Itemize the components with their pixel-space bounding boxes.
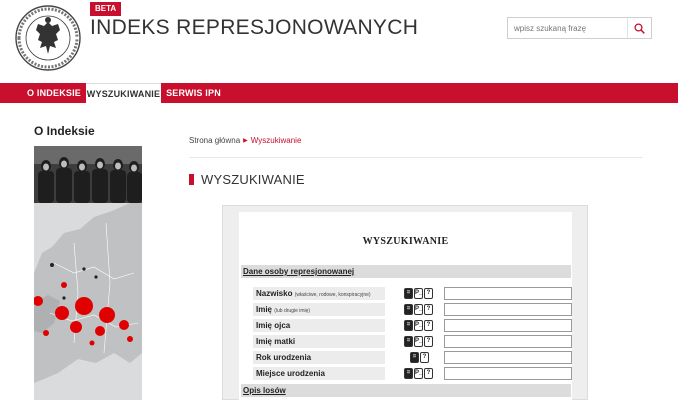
title-marker <box>189 174 194 185</box>
field-row-imie-matki: Imię matki = P_ ? <box>253 335 572 348</box>
ipn-eagle-logo[interactable] <box>14 4 82 72</box>
site-header: BETA INDEKS REPRESJONOWANYCH <box>0 0 678 82</box>
breadcrumb-current[interactable]: Wyszukiwanie <box>251 136 302 145</box>
fuzzy-match-button[interactable]: ? <box>424 336 433 347</box>
field-label: Rok urodzenia <box>253 351 385 364</box>
prefix-match-button[interactable]: P_ <box>414 304 423 315</box>
sidebar-map[interactable] <box>34 203 142 400</box>
field-label-text: Nazwisko <box>256 289 293 298</box>
breadcrumb-home[interactable]: Strona główna <box>189 136 240 145</box>
field-row-nazwisko: Nazwisko (właściwe, rodowe, konspiracyjn… <box>253 287 572 300</box>
prefix-match-button[interactable]: P_ <box>414 288 423 299</box>
fuzzy-match-button[interactable]: ? <box>424 288 433 299</box>
match-mode-buttons: = P_ ? <box>404 368 433 379</box>
field-row-rok-urodzenia: Rok urodzenia = ? <box>253 351 572 364</box>
field-row-miejsce-urodzenia: Miejsce urodzenia = P_ ? <box>253 367 572 380</box>
search-button[interactable] <box>627 18 651 38</box>
imie-input[interactable] <box>444 303 572 316</box>
section-personal-data: Dane osoby represjonowanej <box>241 265 571 278</box>
field-label-text: Rok urodzenia <box>256 353 312 362</box>
form-heading: WYSZUKIWANIE <box>362 236 449 247</box>
fuzzy-match-button[interactable]: ? <box>424 368 433 379</box>
miejsce-urodzenia-input[interactable] <box>444 367 572 380</box>
rok-urodzenia-input[interactable] <box>444 351 572 364</box>
nav-item-o-indeksie[interactable]: O INDEKSIE <box>26 83 82 103</box>
field-label-text: Imię <box>256 305 273 314</box>
prefix-match-button[interactable]: P_ <box>414 320 423 331</box>
prefix-match-button[interactable]: P_ <box>414 368 423 379</box>
sidebar-photo[interactable] <box>34 146 142 203</box>
nav-item-wyszukiwanie[interactable]: WYSZUKIWANIE <box>86 83 161 103</box>
page-title: WYSZUKIWANIE <box>201 172 305 187</box>
search-box <box>507 17 652 39</box>
field-label-text: Miejsce urodzenia <box>256 369 325 378</box>
field-label: Imię ojca <box>253 319 385 332</box>
search-form: WYSZUKIWANIE Dane osoby represjonowanej … <box>239 212 572 401</box>
divider <box>189 157 643 158</box>
match-mode-buttons: = P_ ? <box>404 336 433 347</box>
section-personal-data-link[interactable]: Dane osoby represjonowanej <box>243 267 354 276</box>
field-hint: (lub drugie imię) <box>274 308 311 314</box>
exact-match-button[interactable]: = <box>404 288 413 299</box>
search-form-panel: WYSZUKIWANIE Dane osoby represjonowanej … <box>222 205 588 401</box>
field-label-text: Imię ojca <box>256 321 291 330</box>
nav-item-serwis-ipn[interactable]: SERWIS IPN <box>165 83 222 103</box>
fuzzy-match-button[interactable]: ? <box>424 304 433 315</box>
exact-match-button[interactable]: = <box>404 336 413 347</box>
deportation-map-image <box>34 203 142 400</box>
fuzzy-match-button[interactable]: ? <box>424 320 433 331</box>
breadcrumb-arrow-icon: ▶ <box>243 138 248 144</box>
imie-matki-input[interactable] <box>444 335 572 348</box>
exact-match-button[interactable]: = <box>410 352 419 363</box>
main-nav: O INDEKSIE WYSZUKIWANIE SERWIS IPN <box>0 83 678 103</box>
match-mode-buttons: = P_ ? <box>404 288 433 299</box>
fuzzy-match-button[interactable]: ? <box>420 352 429 363</box>
section-fate-description: Opis losów <box>241 384 571 397</box>
match-mode-buttons: = P_ ? <box>404 304 433 315</box>
group-photo-image <box>34 146 142 203</box>
section-fate-description-link[interactable]: Opis losów <box>243 386 286 395</box>
field-label: Nazwisko (właściwe, rodowe, konspiracyjn… <box>253 287 385 300</box>
imie-ojca-input[interactable] <box>444 319 572 332</box>
match-mode-buttons: = ? <box>410 352 429 363</box>
breadcrumb: Strona główna ▶ Wyszukiwanie <box>189 136 301 145</box>
search-input[interactable] <box>508 18 626 38</box>
exact-match-button[interactable]: = <box>404 368 413 379</box>
magnifier-icon <box>634 22 645 34</box>
field-hint: (właściwe, rodowe, konspiracyjne) <box>294 292 371 298</box>
match-mode-buttons: = P_ ? <box>404 320 433 331</box>
exact-match-button[interactable]: = <box>404 320 413 331</box>
field-label: Imię matki <box>253 335 385 348</box>
field-row-imie-ojca: Imię ojca = P_ ? <box>253 319 572 332</box>
field-label: Imię (lub drugie imię) <box>253 303 385 316</box>
nazwisko-input[interactable] <box>444 287 572 300</box>
field-label: Miejsce urodzenia <box>253 367 385 380</box>
prefix-match-button[interactable]: P_ <box>414 336 423 347</box>
field-label-text: Imię matki <box>256 337 296 346</box>
sidebar-title: O Indeksie <box>34 124 95 138</box>
field-row-imie: Imię (lub drugie imię) = P_ ? <box>253 303 572 316</box>
beta-badge: BETA <box>90 2 122 16</box>
site-title[interactable]: INDEKS REPRESJONOWANYCH <box>90 16 418 40</box>
exact-match-button[interactable]: = <box>404 304 413 315</box>
